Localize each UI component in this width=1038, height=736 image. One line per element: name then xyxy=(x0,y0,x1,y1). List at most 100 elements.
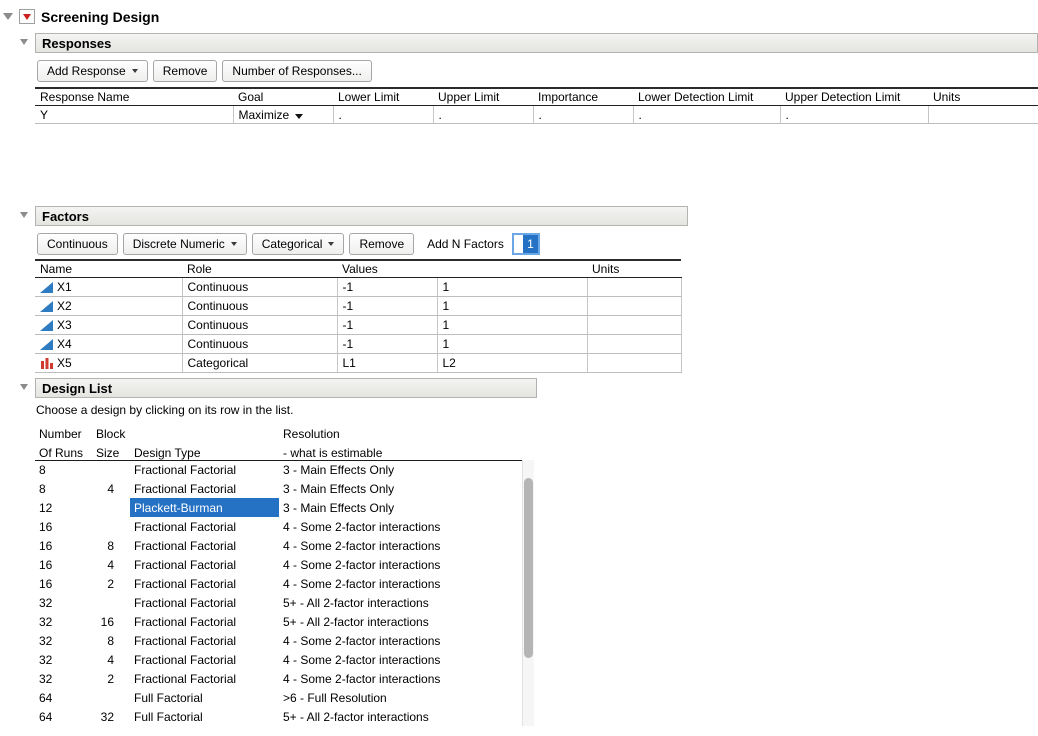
upper-limit-cell[interactable]: . xyxy=(433,106,533,124)
factor-role-cell[interactable]: Categorical xyxy=(182,354,337,373)
block-cell: 2 xyxy=(92,574,130,593)
design-row[interactable]: 32 4 Fractional Factorial 4 - Some 2-fac… xyxy=(35,650,522,669)
design-list-scrollbar[interactable] xyxy=(522,460,534,726)
disclosure-factors-icon[interactable] xyxy=(20,212,28,218)
red-triangle-menu-button[interactable] xyxy=(19,9,35,24)
factor-units-cell[interactable] xyxy=(587,335,681,354)
number-of-responses-label: Number of Responses... xyxy=(232,64,361,78)
factor-row: X2 Continuous -1 1 xyxy=(35,297,681,316)
header-size: Size xyxy=(92,441,130,460)
factor-value-low-cell[interactable]: -1 xyxy=(337,316,437,335)
runs-cell: 64 xyxy=(35,707,92,726)
response-name-cell[interactable]: Y xyxy=(35,106,233,124)
header-importance: Importance xyxy=(533,88,633,106)
resolution-cell: 4 - Some 2-factor interactions xyxy=(279,650,522,669)
factor-role-cell[interactable]: Continuous xyxy=(182,278,337,297)
upper-detection-limit-cell[interactable]: . xyxy=(780,106,928,124)
factor-value-low-cell[interactable]: -1 xyxy=(337,278,437,297)
header-goal: Goal xyxy=(233,88,333,106)
add-n-factors-button[interactable]: Add N Factors xyxy=(419,233,512,255)
factor-value-high-cell[interactable]: L2 xyxy=(437,354,587,373)
factor-value-low-cell[interactable]: -1 xyxy=(337,297,437,316)
goal-dropdown[interactable]: Maximize xyxy=(233,106,333,124)
factor-units-cell[interactable] xyxy=(587,278,681,297)
design-row-selected[interactable]: 12 Plackett-Burman 3 - Main Effects Only xyxy=(35,498,522,517)
design-row[interactable]: 8 4 Fractional Factorial 3 - Main Effect… xyxy=(35,479,522,498)
scrollbar-thumb[interactable] xyxy=(524,478,533,658)
header-units: Units xyxy=(928,88,1038,106)
design-row[interactable]: 32 Fractional Factorial 5+ - All 2-facto… xyxy=(35,593,522,612)
resolution-cell: 4 - Some 2-factor interactions xyxy=(279,574,522,593)
n-factors-input[interactable]: 1 xyxy=(512,233,540,255)
factor-role-cell[interactable]: Continuous xyxy=(182,316,337,335)
remove-response-button[interactable]: Remove xyxy=(153,60,218,82)
discrete-numeric-button[interactable]: Discrete Numeric xyxy=(123,233,247,255)
disclosure-screening-design-icon[interactable] xyxy=(3,13,13,20)
factor-role-cell[interactable]: Continuous xyxy=(182,297,337,316)
design-type-cell: Full Factorial xyxy=(130,688,279,707)
factor-name-cell[interactable]: X2 xyxy=(35,297,182,316)
factor-role-cell[interactable]: Continuous xyxy=(182,335,337,354)
design-row[interactable]: 16 8 Fractional Factorial 4 - Some 2-fac… xyxy=(35,536,522,555)
design-row[interactable]: 16 4 Fractional Factorial 4 - Some 2-fac… xyxy=(35,555,522,574)
page-title: Screening Design xyxy=(41,9,159,25)
factor-name: X4 xyxy=(57,337,72,351)
categorical-button[interactable]: Categorical xyxy=(252,233,345,255)
runs-cell: 16 xyxy=(35,555,92,574)
factor-value-high-cell[interactable]: 1 xyxy=(437,278,587,297)
factors-toolbar: Continuous Discrete Numeric Categorical … xyxy=(37,233,1038,255)
design-row[interactable]: 16 Fractional Factorial 4 - Some 2-facto… xyxy=(35,517,522,536)
continuous-button[interactable]: Continuous xyxy=(37,233,118,255)
design-row[interactable]: 64 Full Factorial >6 - Full Resolution xyxy=(35,688,522,707)
header-number: Number xyxy=(35,423,92,441)
dropdown-arrow-icon xyxy=(132,69,138,73)
design-type-cell: Fractional Factorial xyxy=(130,593,279,612)
responses-header-bar[interactable]: Responses xyxy=(35,33,1038,53)
design-row[interactable]: 16 2 Fractional Factorial 4 - Some 2-fac… xyxy=(35,574,522,593)
factor-value-low-cell[interactable]: L1 xyxy=(337,354,437,373)
resolution-cell: 4 - Some 2-factor interactions xyxy=(279,555,522,574)
lower-detection-limit-cell[interactable]: . xyxy=(633,106,780,124)
design-type-cell: Fractional Factorial xyxy=(130,574,279,593)
disclosure-design-list-icon[interactable] xyxy=(20,384,28,390)
factor-name-cell[interactable]: X4 xyxy=(35,335,182,354)
factor-name-cell[interactable]: X1 xyxy=(35,278,182,297)
response-row: Y Maximize . . . . . xyxy=(35,106,1038,124)
factor-value-high-cell[interactable]: 1 xyxy=(437,297,587,316)
factor-name-cell[interactable]: X5 xyxy=(35,354,182,373)
factor-units-cell[interactable] xyxy=(587,354,681,373)
add-response-button[interactable]: Add Response xyxy=(37,60,148,82)
runs-cell: 8 xyxy=(35,460,92,479)
importance-cell[interactable]: . xyxy=(533,106,633,124)
design-header-row-2: Of Runs Size Design Type - what is estim… xyxy=(35,441,522,460)
disclosure-responses-icon[interactable] xyxy=(20,39,28,45)
factor-name-cell[interactable]: X3 xyxy=(35,316,182,335)
design-list-header-bar[interactable]: Design List xyxy=(35,378,537,398)
design-row[interactable]: 32 2 Fractional Factorial 4 - Some 2-fac… xyxy=(35,669,522,688)
runs-cell: 16 xyxy=(35,517,92,536)
resolution-cell: 5+ - All 2-factor interactions xyxy=(279,612,522,631)
design-row[interactable]: 8 Fractional Factorial 3 - Main Effects … xyxy=(35,460,522,479)
design-row[interactable]: 32 8 Fractional Factorial 4 - Some 2-fac… xyxy=(35,631,522,650)
remove-factor-button[interactable]: Remove xyxy=(349,233,414,255)
number-of-responses-button[interactable]: Number of Responses... xyxy=(222,60,371,82)
factor-value-low-cell[interactable]: -1 xyxy=(337,335,437,354)
design-list-section-title: Design List xyxy=(42,381,112,396)
header-spacer xyxy=(130,423,279,441)
units-cell[interactable] xyxy=(928,106,1038,124)
factors-header-bar[interactable]: Factors xyxy=(35,206,688,226)
factor-units-cell[interactable] xyxy=(587,316,681,335)
factor-value-high-cell[interactable]: 1 xyxy=(437,335,587,354)
header-block: Block xyxy=(92,423,130,441)
lower-limit-cell[interactable]: . xyxy=(333,106,433,124)
factor-units-cell[interactable] xyxy=(587,297,681,316)
factor-value-high-cell[interactable]: 1 xyxy=(437,316,587,335)
design-row[interactable]: 32 16 Fractional Factorial 5+ - All 2-fa… xyxy=(35,612,522,631)
responses-header-row: Response Name Goal Lower Limit Upper Lim… xyxy=(35,88,1038,106)
continuous-icon xyxy=(40,282,53,293)
resolution-cell: 4 - Some 2-factor interactions xyxy=(279,631,522,650)
design-row[interactable]: 64 32 Full Factorial 5+ - All 2-factor i… xyxy=(35,707,522,726)
window-title-row: Screening Design xyxy=(0,0,1038,33)
header-factor-units: Units xyxy=(587,260,681,278)
categorical-icon xyxy=(40,358,53,369)
